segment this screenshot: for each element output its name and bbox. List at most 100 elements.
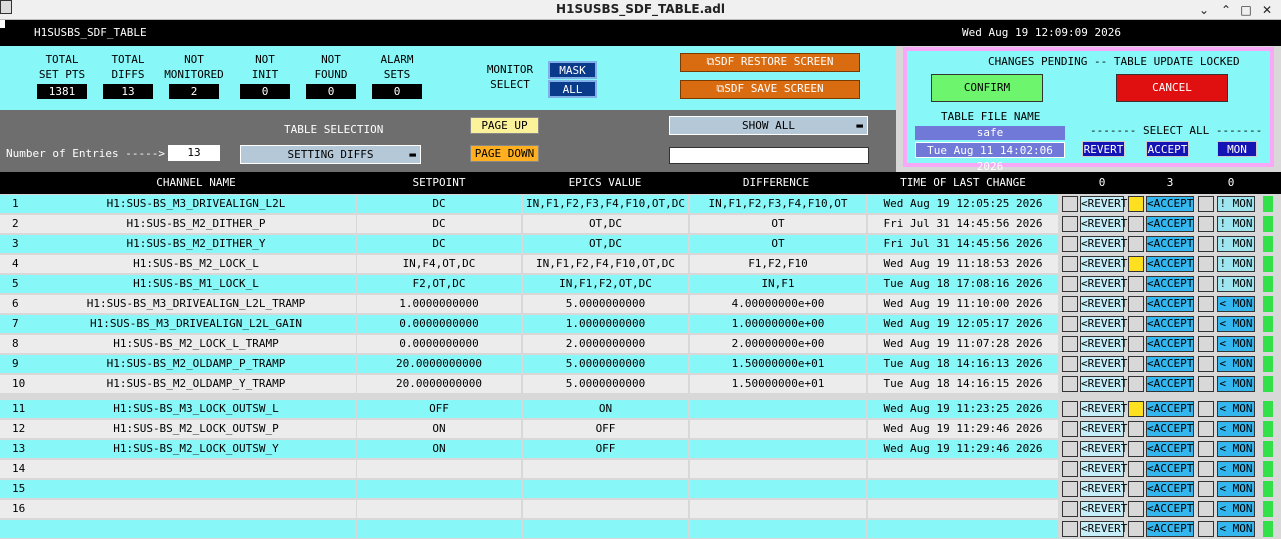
sdf-save-screen-button[interactable]: ⧉SDF SAVE SCREEN bbox=[680, 80, 860, 99]
accept-checkbox[interactable] bbox=[1128, 336, 1144, 352]
revert-checkbox[interactable] bbox=[1062, 481, 1078, 497]
accept-button[interactable]: <ACCEPT bbox=[1146, 421, 1194, 437]
show-all-menu[interactable]: SHOW ALL ▬ bbox=[669, 116, 868, 135]
accept-button[interactable]: <ACCEPT bbox=[1146, 356, 1194, 372]
mon-checkbox[interactable] bbox=[1198, 461, 1214, 477]
mon-checkbox[interactable] bbox=[1198, 421, 1214, 437]
accept-checkbox[interactable] bbox=[1128, 276, 1144, 292]
restore-icon[interactable]: ⌃ bbox=[1218, 2, 1234, 18]
revert-checkbox[interactable] bbox=[1062, 316, 1078, 332]
revert-button[interactable]: <REVERT bbox=[1080, 276, 1127, 292]
accept-checkbox[interactable] bbox=[1128, 296, 1144, 312]
accept-checkbox[interactable] bbox=[1128, 521, 1144, 537]
accept-checkbox[interactable] bbox=[1128, 376, 1144, 392]
mon-checkbox[interactable] bbox=[1198, 256, 1214, 272]
revert-button[interactable]: <REVERT bbox=[1080, 376, 1127, 392]
accept-checkbox[interactable] bbox=[1128, 196, 1144, 212]
page-down-button[interactable]: PAGE DOWN bbox=[470, 145, 539, 162]
accept-button[interactable]: <ACCEPT bbox=[1146, 336, 1194, 352]
revert-button[interactable]: <REVERT bbox=[1080, 441, 1127, 457]
mon-button[interactable]: < MON bbox=[1217, 421, 1255, 437]
accept-checkbox[interactable] bbox=[1128, 461, 1144, 477]
revert-button[interactable]: <REVERT bbox=[1080, 461, 1127, 477]
revert-all-button[interactable]: REVERT bbox=[1082, 141, 1125, 157]
revert-checkbox[interactable] bbox=[1062, 376, 1078, 392]
accept-button[interactable]: <ACCEPT bbox=[1146, 196, 1194, 212]
mon-checkbox[interactable] bbox=[1198, 521, 1214, 537]
revert-checkbox[interactable] bbox=[1062, 196, 1078, 212]
mon-button[interactable]: < MON bbox=[1217, 401, 1255, 417]
mon-checkbox[interactable] bbox=[1198, 216, 1214, 232]
mon-checkbox[interactable] bbox=[1198, 376, 1214, 392]
revert-button[interactable]: <REVERT bbox=[1080, 216, 1127, 232]
revert-button[interactable]: <REVERT bbox=[1080, 356, 1127, 372]
mon-button[interactable]: < MON bbox=[1217, 461, 1255, 477]
mon-checkbox[interactable] bbox=[1198, 276, 1214, 292]
mon-button[interactable]: < MON bbox=[1217, 336, 1255, 352]
revert-checkbox[interactable] bbox=[1062, 276, 1078, 292]
accept-checkbox[interactable] bbox=[1128, 401, 1144, 417]
mon-checkbox[interactable] bbox=[1198, 236, 1214, 252]
revert-button[interactable]: <REVERT bbox=[1080, 521, 1127, 537]
accept-button[interactable]: <ACCEPT bbox=[1146, 501, 1194, 517]
revert-checkbox[interactable] bbox=[1062, 256, 1078, 272]
mon-checkbox[interactable] bbox=[1198, 441, 1214, 457]
accept-button[interactable]: <ACCEPT bbox=[1146, 296, 1194, 312]
accept-button[interactable]: <ACCEPT bbox=[1146, 236, 1194, 252]
accept-button[interactable]: <ACCEPT bbox=[1146, 401, 1194, 417]
revert-button[interactable]: <REVERT bbox=[1080, 316, 1127, 332]
mon-button[interactable]: ! MON bbox=[1217, 256, 1255, 272]
mon-button[interactable]: ! MON bbox=[1217, 236, 1255, 252]
accept-button[interactable]: <ACCEPT bbox=[1146, 216, 1194, 232]
mon-all-button[interactable]: MON bbox=[1217, 141, 1257, 157]
accept-checkbox[interactable] bbox=[1128, 256, 1144, 272]
revert-button[interactable]: <REVERT bbox=[1080, 196, 1127, 212]
mon-checkbox[interactable] bbox=[1198, 481, 1214, 497]
page-up-button[interactable]: PAGE UP bbox=[470, 117, 539, 134]
revert-checkbox[interactable] bbox=[1062, 501, 1078, 517]
mon-checkbox[interactable] bbox=[1198, 196, 1214, 212]
mon-button[interactable]: ! MON bbox=[1217, 196, 1255, 212]
mon-button[interactable]: < MON bbox=[1217, 441, 1255, 457]
maximize-icon[interactable]: □ bbox=[1238, 2, 1254, 18]
revert-button[interactable]: <REVERT bbox=[1080, 336, 1127, 352]
mon-button[interactable]: < MON bbox=[1217, 501, 1255, 517]
accept-checkbox[interactable] bbox=[1128, 421, 1144, 437]
revert-checkbox[interactable] bbox=[1062, 421, 1078, 437]
revert-checkbox[interactable] bbox=[1062, 336, 1078, 352]
accept-checkbox[interactable] bbox=[1128, 216, 1144, 232]
cancel-button[interactable]: CANCEL bbox=[1116, 74, 1228, 102]
revert-button[interactable]: <REVERT bbox=[1080, 421, 1127, 437]
revert-button[interactable]: <REVERT bbox=[1080, 296, 1127, 312]
accept-button[interactable]: <ACCEPT bbox=[1146, 461, 1194, 477]
mon-checkbox[interactable] bbox=[1198, 401, 1214, 417]
mon-button[interactable]: < MON bbox=[1217, 521, 1255, 537]
accept-checkbox[interactable] bbox=[1128, 316, 1144, 332]
accept-button[interactable]: <ACCEPT bbox=[1146, 316, 1194, 332]
filter-input[interactable] bbox=[669, 147, 869, 164]
revert-button[interactable]: <REVERT bbox=[1080, 256, 1127, 272]
accept-button[interactable]: <ACCEPT bbox=[1146, 256, 1194, 272]
mon-checkbox[interactable] bbox=[1198, 501, 1214, 517]
sdf-restore-screen-button[interactable]: ⧉SDF RESTORE SCREEN bbox=[680, 53, 860, 72]
mon-button[interactable]: < MON bbox=[1217, 376, 1255, 392]
mon-button[interactable]: < MON bbox=[1217, 296, 1255, 312]
revert-checkbox[interactable] bbox=[1062, 441, 1078, 457]
mon-button[interactable]: < MON bbox=[1217, 316, 1255, 332]
revert-checkbox[interactable] bbox=[1062, 216, 1078, 232]
accept-checkbox[interactable] bbox=[1128, 501, 1144, 517]
revert-button[interactable]: <REVERT bbox=[1080, 401, 1127, 417]
revert-checkbox[interactable] bbox=[1062, 521, 1078, 537]
mon-checkbox[interactable] bbox=[1198, 356, 1214, 372]
mon-checkbox[interactable] bbox=[1198, 336, 1214, 352]
revert-button[interactable]: <REVERT bbox=[1080, 236, 1127, 252]
accept-checkbox[interactable] bbox=[1128, 236, 1144, 252]
accept-checkbox[interactable] bbox=[1128, 356, 1144, 372]
accept-all-button[interactable]: ACCEPT bbox=[1146, 141, 1189, 157]
accept-checkbox[interactable] bbox=[1128, 481, 1144, 497]
revert-checkbox[interactable] bbox=[1062, 356, 1078, 372]
confirm-button[interactable]: CONFIRM bbox=[931, 74, 1043, 102]
mon-button[interactable]: < MON bbox=[1217, 481, 1255, 497]
mon-checkbox[interactable] bbox=[1198, 316, 1214, 332]
accept-button[interactable]: <ACCEPT bbox=[1146, 276, 1194, 292]
